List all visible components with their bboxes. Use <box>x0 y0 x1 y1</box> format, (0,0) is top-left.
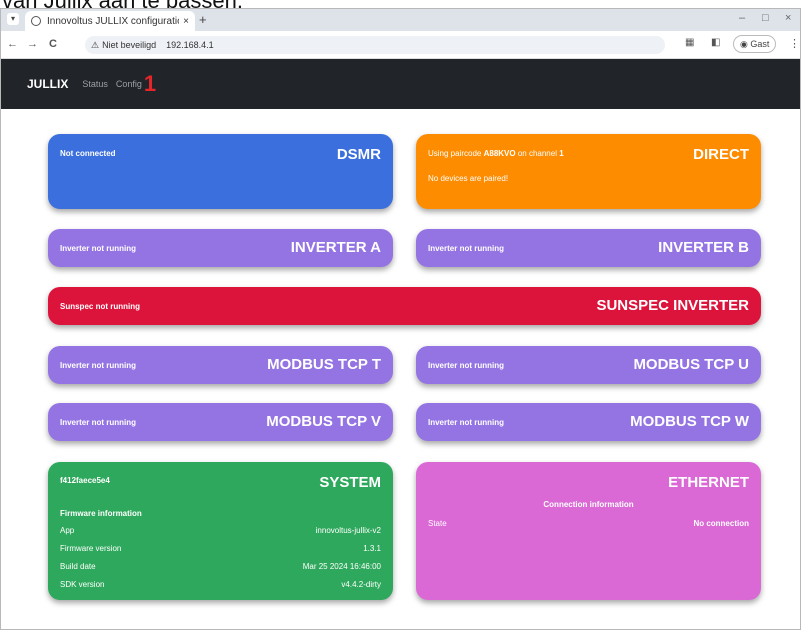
annotation-marker: 1 <box>143 71 157 96</box>
card-modbus-t[interactable]: Inverter not running MODBUS TCP T <box>48 346 393 384</box>
warning-icon: ⚠ <box>91 39 100 50</box>
close-window-button[interactable]: × <box>785 12 791 24</box>
tab-bar: ▾ Innovoltus JULLIX configuration × + – … <box>1 9 800 31</box>
inverter-a-title: INVERTER A <box>290 239 381 256</box>
pair-mid: on channel <box>515 149 560 158</box>
row-value: v4.4.2-dirty <box>341 580 381 589</box>
modbus-w-title: MODBUS TCP W <box>630 413 749 430</box>
direct-title: DIRECT <box>693 146 749 163</box>
system-id: f412faece5e4 <box>60 476 110 485</box>
row-value: Mar 25 2024 16:46:00 <box>302 562 381 571</box>
system-row: App innovoltus-jullix-v2 <box>60 526 381 535</box>
modbus-v-status: Inverter not running <box>60 418 136 427</box>
forward-button[interactable]: → <box>27 38 38 50</box>
state-value: No connection <box>693 519 749 528</box>
card-ethernet[interactable]: ETHERNET Connection information State No… <box>416 462 761 600</box>
tab-close-icon[interactable]: × <box>183 16 189 27</box>
row-label: App <box>60 526 75 535</box>
sunspec-title: SUNSPEC INVERTER <box>596 297 749 314</box>
channel: 1 <box>559 149 564 158</box>
card-sunspec[interactable]: Sunspec not running SUNSPEC INVERTER <box>48 287 761 325</box>
card-system[interactable]: f412faece5e4 SYSTEM Firmware information… <box>48 462 393 600</box>
ethernet-title: ETHERNET <box>668 474 749 491</box>
modbus-w-status: Inverter not running <box>428 418 504 427</box>
security-label[interactable]: Niet beveiligd <box>102 40 156 50</box>
pair-prefix: Using paircode <box>428 149 484 158</box>
dsmr-title: DSMR <box>336 146 381 163</box>
row-value: innovoltus-jullix-v2 <box>315 526 381 535</box>
direct-pair-info: Using paircode A88KVO on channel 1 <box>428 149 564 158</box>
connection-heading: Connection information <box>543 500 634 509</box>
card-modbus-u[interactable]: Inverter not running MODBUS TCP U <box>416 346 761 384</box>
globe-icon <box>31 16 41 26</box>
ethernet-state-row: State No connection <box>428 519 749 528</box>
modbus-t-title: MODBUS TCP T <box>267 356 381 373</box>
row-label: Firmware version <box>60 544 122 553</box>
modbus-u-title: MODBUS TCP U <box>633 356 749 373</box>
modbus-v-title: MODBUS TCP V <box>266 413 381 430</box>
new-tab-button[interactable]: + <box>199 12 207 27</box>
maximize-button[interactable]: □ <box>762 12 769 24</box>
inverter-b-title: INVERTER B <box>658 239 749 256</box>
user-icon: ◉ <box>740 39 748 49</box>
tab-search-icon[interactable]: ▾ <box>7 13 19 25</box>
nav-status[interactable]: Status <box>82 79 108 89</box>
inverter-a-status: Inverter not running <box>60 244 136 253</box>
card-modbus-v[interactable]: Inverter not running MODBUS TCP V <box>48 403 393 441</box>
nav-config[interactable]: Config <box>116 79 142 89</box>
sidepanel-icon[interactable]: ◧ <box>711 37 720 48</box>
translate-icon[interactable]: ▦ <box>685 37 694 48</box>
profile-button[interactable]: ◉ Gast <box>733 35 777 53</box>
row-label: Build date <box>60 562 96 571</box>
url-field[interactable]: ⚠ Niet beveiligd 192.168.4.1 <box>85 36 665 54</box>
back-button[interactable]: ← <box>7 38 18 50</box>
main-content: Not connected DSMR Using paircode A88KVO… <box>1 109 800 629</box>
modbus-u-status: Inverter not running <box>428 361 504 370</box>
card-direct[interactable]: Using paircode A88KVO on channel 1 No de… <box>416 134 761 209</box>
system-row: Build date Mar 25 2024 16:46:00 <box>60 562 381 571</box>
inverter-b-status: Inverter not running <box>428 244 504 253</box>
card-dsmr[interactable]: Not connected DSMR <box>48 134 393 209</box>
paircode: A88KVO <box>483 149 516 158</box>
app-navbar: JULLIX Status Config 1 <box>1 59 800 109</box>
minimize-button[interactable]: – <box>739 12 745 24</box>
browser-tab[interactable]: Innovoltus JULLIX configuration × <box>25 11 195 31</box>
address-bar: ← → C ⚠ Niet beveiligd 192.168.4.1 ▦ ◧ ◉… <box>1 31 800 59</box>
tab-title: Innovoltus JULLIX configuration <box>47 15 180 27</box>
sunspec-status: Sunspec not running <box>60 302 140 311</box>
url-text[interactable]: 192.168.4.1 <box>166 40 214 50</box>
browser-window: ▾ Innovoltus JULLIX configuration × + – … <box>0 8 801 630</box>
dsmr-status: Not connected <box>60 149 116 158</box>
system-row: SDK version v4.4.2-dirty <box>60 580 381 589</box>
browser-menu-icon[interactable]: ⋮ <box>789 37 800 50</box>
profile-label: Gast <box>750 39 770 49</box>
brand-logo[interactable]: JULLIX <box>27 77 68 91</box>
row-value: 1.3.1 <box>363 544 381 553</box>
state-label: State <box>428 519 447 528</box>
firmware-heading: Firmware information <box>60 509 142 518</box>
reload-button[interactable]: C <box>49 38 57 50</box>
row-label: SDK version <box>60 580 105 589</box>
system-row: Firmware version 1.3.1 <box>60 544 381 553</box>
card-inverter-a[interactable]: Inverter not running INVERTER A <box>48 229 393 267</box>
card-inverter-b[interactable]: Inverter not running INVERTER B <box>416 229 761 267</box>
direct-devices: No devices are paired! <box>428 174 509 183</box>
modbus-t-status: Inverter not running <box>60 361 136 370</box>
card-modbus-w[interactable]: Inverter not running MODBUS TCP W <box>416 403 761 441</box>
system-title: SYSTEM <box>319 474 381 491</box>
